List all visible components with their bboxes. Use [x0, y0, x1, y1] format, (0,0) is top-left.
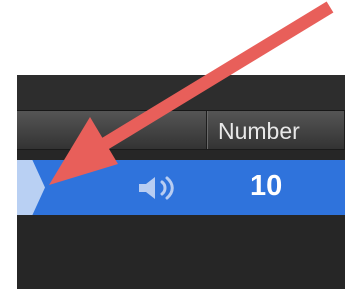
blank-column-header[interactable] [17, 111, 207, 149]
empty-table-area [17, 215, 345, 289]
audio-table-window: Number 10 [17, 75, 345, 289]
number-cell-value: 10 [250, 170, 283, 202]
screenshot-canvas: Number 10 [0, 0, 345, 289]
speaker-icon[interactable] [135, 173, 179, 203]
selected-table-row[interactable]: 10 [17, 160, 345, 215]
top-toolbar-strip [17, 75, 345, 111]
number-column-header[interactable]: Number [207, 111, 345, 149]
row-disclosure-tab[interactable] [17, 160, 45, 215]
table-header: Number [17, 111, 345, 150]
number-column-label: Number [218, 118, 300, 144]
